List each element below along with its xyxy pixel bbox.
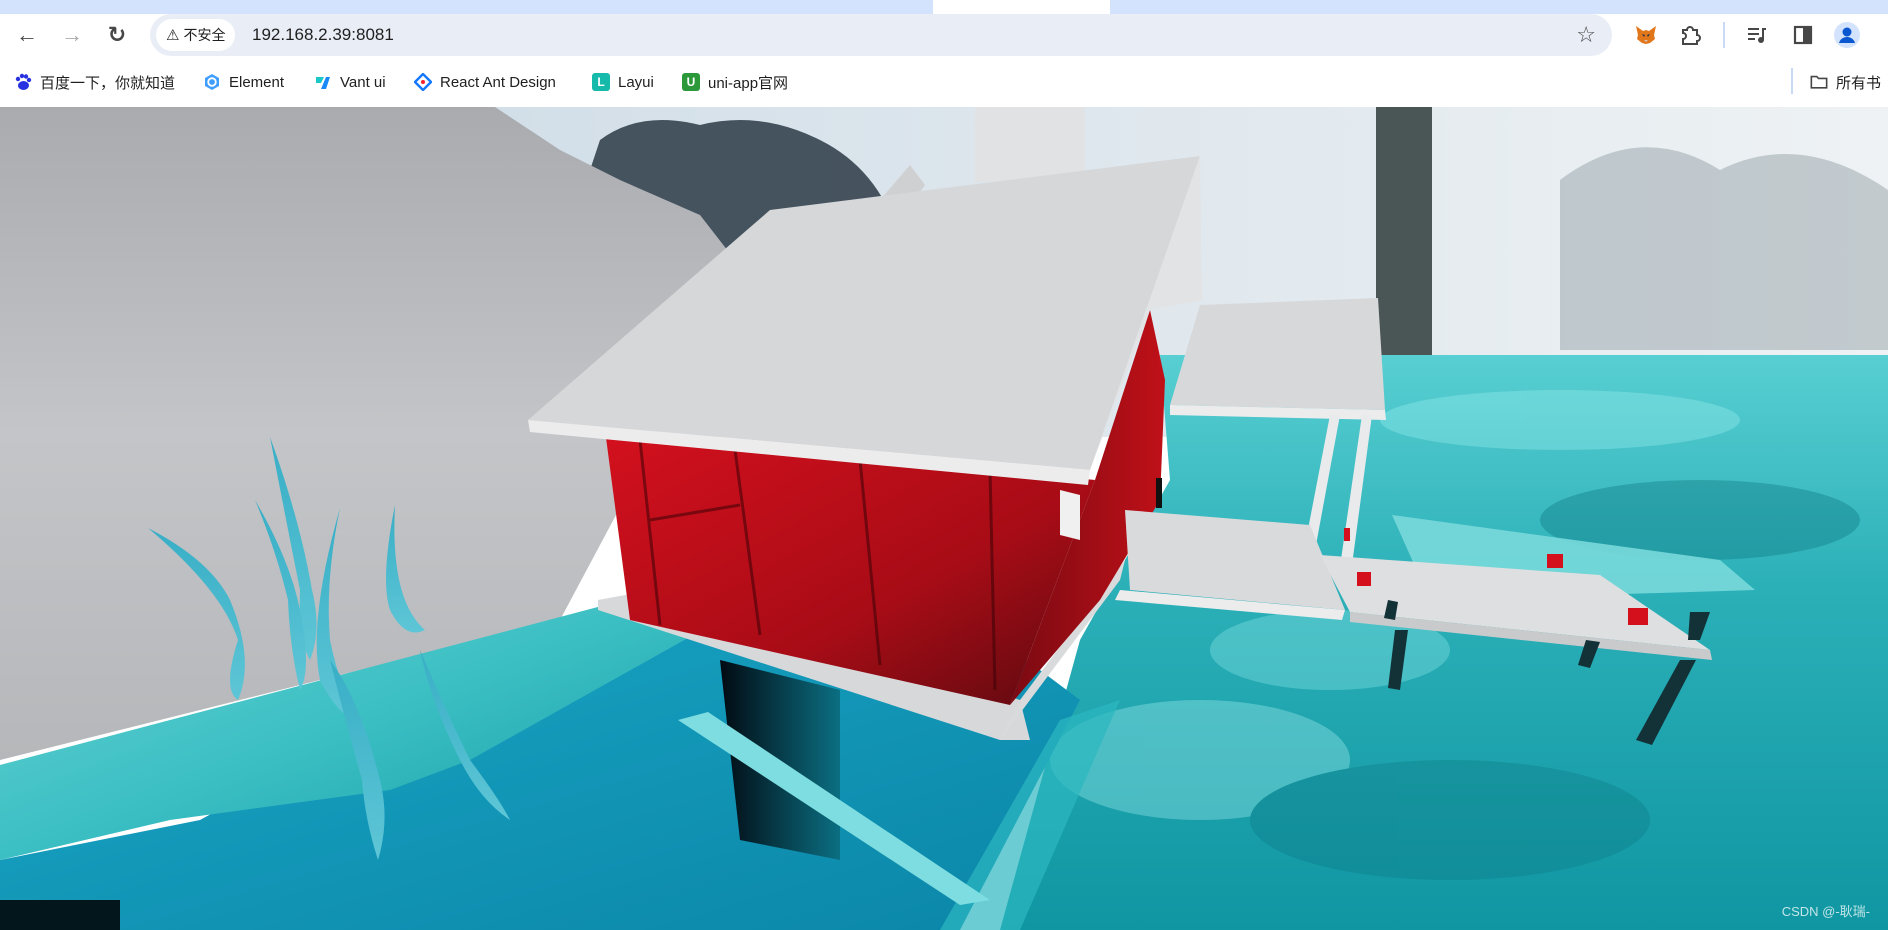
extensions-puzzle-icon[interactable]: [1675, 20, 1705, 50]
red-cube: [1547, 554, 1563, 568]
door-handle: [1156, 478, 1162, 508]
bookmark-item[interactable]: 百度一下，你就知道: [14, 69, 175, 95]
scene-svg: [0, 107, 1888, 930]
reload-button[interactable]: ↻: [102, 20, 132, 50]
bookmarks-divider: [1791, 68, 1793, 94]
bookmarks-bar: 百度一下，你就知道 Element Vant ui React Ant Desi…: [0, 56, 1888, 107]
porch-roof: [1170, 298, 1385, 410]
bookmark-label: Vant ui: [340, 73, 386, 91]
red-cube: [1344, 528, 1350, 541]
bookmark-label: Element: [229, 73, 285, 91]
metamask-fox-icon[interactable]: [1631, 20, 1661, 50]
red-cube: [1628, 608, 1648, 625]
security-label: 不安全: [183, 27, 226, 43]
url-text[interactable]: 192.168.2.39:8081: [252, 14, 394, 56]
all-bookmarks-label: 所有书: [1836, 74, 1882, 92]
arrow-right-icon: →: [61, 22, 83, 47]
red-cube: [1357, 572, 1371, 586]
uniapp-logo-icon: U: [682, 73, 700, 91]
bookmark-item[interactable]: React Ant Design: [414, 69, 556, 95]
bookmark-label: uni-app官网: [708, 74, 789, 92]
media-control-icon[interactable]: [1742, 20, 1772, 50]
bookmark-item[interactable]: U uni-app官网: [682, 69, 788, 95]
baidu-paw-icon: [14, 73, 32, 91]
back-button[interactable]: ←: [12, 20, 42, 50]
tab-strip: [0, 0, 1888, 14]
reload-icon: ↻: [107, 22, 127, 47]
all-bookmarks-button[interactable]: 所有书: [1810, 69, 1881, 95]
cabin-window: [1060, 490, 1080, 540]
browser-toolbar: ← → ↻ ⚠ 不安全 192.168.2.39:8081 ☆: [0, 14, 1888, 56]
bookmark-item[interactable]: L Layui: [592, 69, 654, 95]
bookmark-star-icon[interactable]: ☆: [1576, 22, 1596, 48]
arrow-left-icon: ←: [16, 22, 38, 47]
vant-logo-icon: [314, 73, 332, 91]
layui-logo-icon: L: [592, 73, 610, 91]
address-bar[interactable]: ⚠ 不安全 192.168.2.39:8081 ☆: [150, 14, 1612, 56]
side-panel-icon[interactable]: [1788, 20, 1818, 50]
bookmark-label: Layui: [618, 73, 654, 91]
element-logo-icon: [203, 73, 221, 91]
ant-design-logo-icon: [414, 73, 432, 91]
webgl-3d-canvas[interactable]: CSDN @-耿瑞-: [0, 107, 1888, 930]
bookmark-item[interactable]: Vant ui: [314, 69, 386, 95]
dark-rock: [0, 900, 120, 930]
bookmark-label: React Ant Design: [440, 73, 556, 91]
watermark: CSDN @-耿瑞-: [1781, 904, 1870, 919]
forward-button[interactable]: →: [57, 20, 87, 50]
toolbar-divider: [1723, 22, 1725, 48]
active-tab[interactable]: [919, 0, 1124, 14]
bookmark-item[interactable]: Element: [203, 69, 284, 95]
bookmark-label: 百度一下，你就知道: [40, 74, 176, 92]
chimney: [975, 107, 1085, 182]
profile-avatar-icon[interactable]: [1832, 20, 1862, 50]
folder-icon: [1810, 73, 1828, 91]
security-chip[interactable]: ⚠ 不安全: [156, 19, 236, 51]
warning-icon: ⚠: [166, 27, 180, 44]
